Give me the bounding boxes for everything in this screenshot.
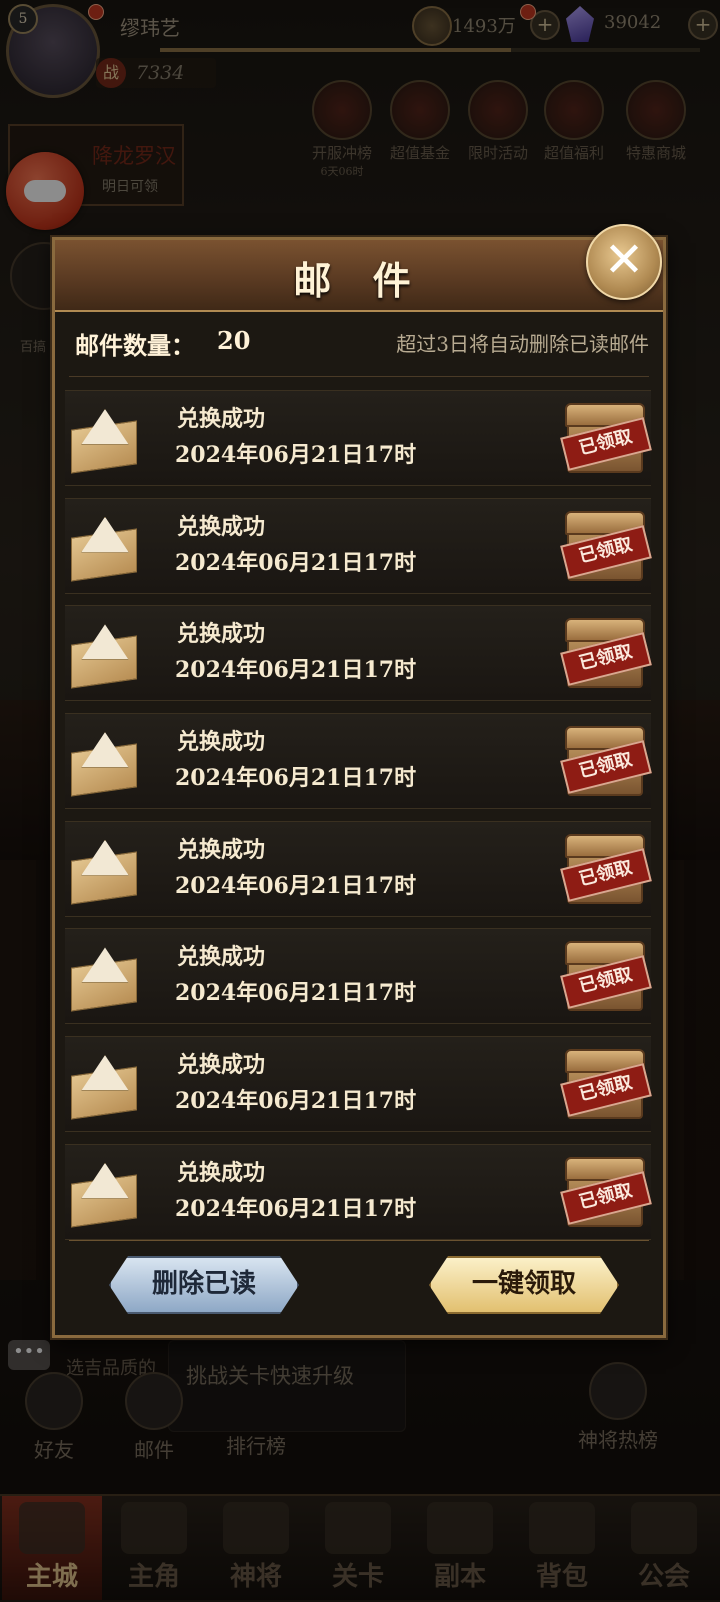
mail-count-label: 邮件数量： bbox=[75, 331, 195, 360]
mail-count-value: 20 bbox=[217, 326, 251, 355]
mail-count-row: 邮件数量： 20 超过3日将自动删除已读邮件 bbox=[75, 326, 649, 366]
dialog-header: 邮 件 bbox=[55, 240, 663, 312]
mail-date: 2024年06月21日17时 bbox=[175, 442, 417, 468]
mail-title: 兑换成功 bbox=[177, 1159, 266, 1186]
claimed-chest-icon: 已领取 bbox=[560, 618, 652, 689]
close-x-icon: ✕ bbox=[603, 232, 645, 288]
envelope-icon bbox=[71, 836, 137, 905]
envelope-icon bbox=[71, 1051, 137, 1120]
mail-item[interactable]: 兑换成功 2024年06月21日17时 已领取 bbox=[65, 390, 652, 486]
mail-item[interactable]: 兑换成功 2024年06月21日17时 已领取 bbox=[65, 1036, 652, 1133]
claimed-chest-icon: 已领取 bbox=[560, 510, 652, 581]
envelope-icon bbox=[71, 620, 137, 690]
mail-item[interactable]: 兑换成功 2024年06月21日17时 已领取 bbox=[65, 497, 652, 594]
mail-item[interactable]: 兑换成功 2024年06月21日17时 已领取 bbox=[65, 713, 652, 810]
mail-item[interactable]: 兑换成功 2024年06月21日17时 已领取 bbox=[65, 1143, 652, 1240]
dialog-title: 邮 件 bbox=[293, 258, 425, 303]
mail-title: 兑换成功 bbox=[177, 729, 266, 756]
mail-title: 兑换成功 bbox=[177, 836, 266, 863]
divider bbox=[69, 376, 649, 377]
mail-list: 兑换成功 2024年06月21日17时 已领取 兑换成功 2024年06月21日… bbox=[65, 390, 652, 1252]
mail-title: 兑换成功 bbox=[177, 621, 266, 648]
claim-all-button[interactable]: 一键领取 bbox=[429, 1256, 619, 1314]
claimed-chest-icon: 已领取 bbox=[560, 403, 652, 473]
mail-date: 2024年06月21日17时 bbox=[175, 765, 417, 792]
mail-date: 2024年06月21日17时 bbox=[175, 980, 417, 1007]
envelope-icon bbox=[71, 943, 137, 1013]
mail-item[interactable]: 兑换成功 2024年06月21日17时 已领取 bbox=[65, 820, 652, 917]
claimed-chest-icon: 已领取 bbox=[560, 1049, 652, 1120]
mail-date: 2024年06月21日17时 bbox=[175, 1088, 417, 1115]
claimed-chest-icon: 已领取 bbox=[560, 941, 652, 1012]
mail-date: 2024年06月21日17时 bbox=[175, 549, 417, 576]
claimed-chest-icon: 已领取 bbox=[560, 833, 652, 904]
auto-delete-hint: 超过3日将自动删除已读邮件 bbox=[396, 332, 649, 356]
envelope-icon bbox=[71, 728, 137, 797]
divider bbox=[69, 1240, 649, 1241]
close-dialog-button[interactable]: ✕ bbox=[586, 224, 662, 300]
mail-item[interactable]: 兑换成功 2024年06月21日17时 已领取 bbox=[65, 928, 652, 1025]
mail-title: 兑换成功 bbox=[177, 944, 266, 971]
mail-item[interactable]: 兑换成功 2024年06月21日17时 已领取 bbox=[65, 605, 652, 702]
delete-read-button[interactable]: 删除已读 bbox=[109, 1256, 299, 1314]
mail-title: 兑换成功 bbox=[177, 406, 266, 432]
claimed-chest-icon: 已领取 bbox=[560, 1156, 652, 1227]
mail-date: 2024年06月21日17时 bbox=[175, 1195, 417, 1222]
mail-title: 兑换成功 bbox=[177, 1052, 266, 1079]
mail-title: 兑换成功 bbox=[177, 513, 266, 540]
envelope-icon bbox=[71, 1159, 137, 1228]
envelope-icon bbox=[71, 513, 137, 582]
claimed-chest-icon: 已领取 bbox=[560, 726, 652, 797]
mail-date: 2024年06月21日17时 bbox=[175, 872, 417, 899]
envelope-icon bbox=[71, 405, 137, 474]
mail-date: 2024年06月21日17时 bbox=[175, 657, 417, 684]
mail-dialog: 邮 件 邮件数量： 20 超过3日将自动删除已读邮件 兑换成功 2024年06月… bbox=[52, 237, 666, 1338]
